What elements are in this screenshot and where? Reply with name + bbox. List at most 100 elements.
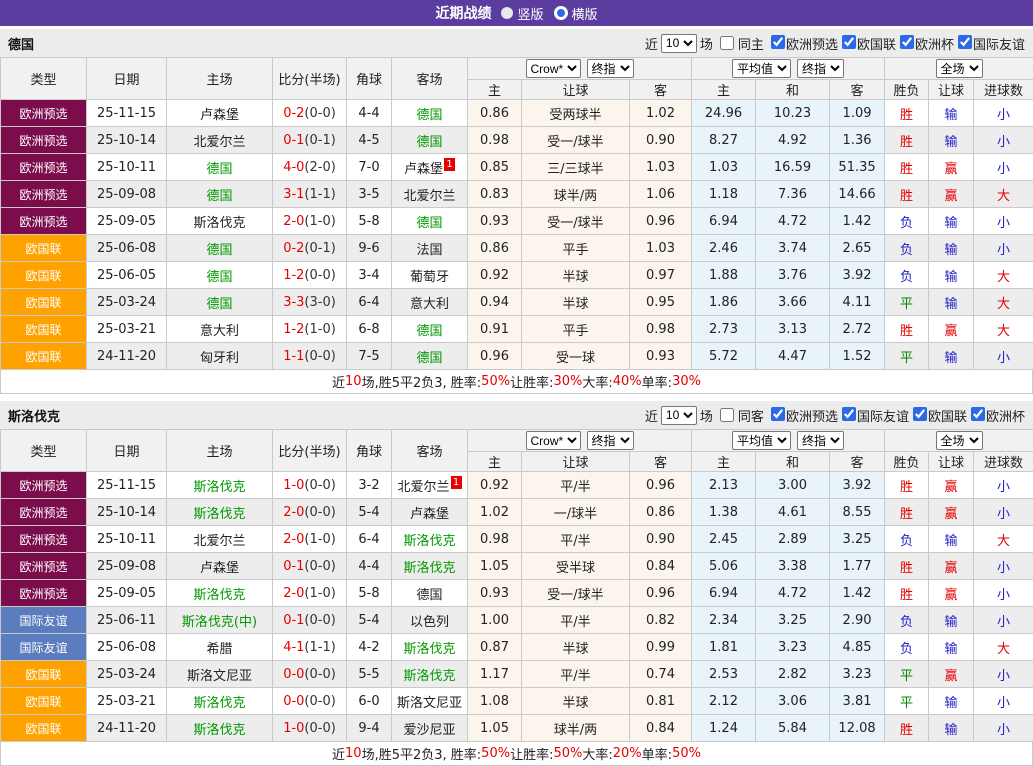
score-cell: 1-1(0-0) bbox=[273, 343, 347, 370]
match-row: 欧洲预选25-10-11北爱尔兰2-0(1-0)6-4斯洛伐克0.98平/半0.… bbox=[1, 526, 1033, 553]
home-team-link[interactable]: 斯洛伐克 bbox=[193, 696, 245, 711]
away-team-link[interactable]: 斯洛伐克 bbox=[403, 642, 455, 657]
result-win-draw-loss: 平 bbox=[885, 688, 929, 715]
away-team-link[interactable]: 卢森堡 bbox=[404, 162, 443, 177]
league-checkbox[interactable] bbox=[913, 407, 927, 421]
score-cell: 0-0(0-0) bbox=[273, 661, 347, 688]
crow-handicap: 半球 bbox=[522, 634, 630, 661]
home-team-link[interactable]: 斯洛伐克(中) bbox=[182, 615, 257, 630]
bookmaker-select[interactable]: Crow* bbox=[526, 59, 581, 78]
home-team-link[interactable]: 斯洛伐克 bbox=[193, 480, 245, 495]
average-select[interactable]: 平均值 bbox=[732, 59, 791, 78]
home-team-link[interactable]: 德国 bbox=[206, 189, 232, 204]
scope-select[interactable]: 全场 bbox=[936, 431, 983, 450]
fulltime-score: 0-0 bbox=[283, 667, 304, 682]
score-cell: 2-0(1-0) bbox=[273, 580, 347, 607]
away-team-link[interactable]: 斯洛伐克 bbox=[403, 534, 455, 549]
home-team-link[interactable]: 卢森堡 bbox=[200, 108, 239, 123]
away-team-link[interactable]: 北爱尔兰 bbox=[397, 480, 449, 495]
away-team-link[interactable]: 卢森堡 bbox=[410, 507, 449, 522]
home-team-link[interactable]: 斯洛伐克 bbox=[193, 216, 245, 231]
home-team-cell: 斯洛文尼亚 bbox=[167, 661, 273, 688]
corner-count: 7-5 bbox=[347, 343, 392, 370]
avg-final-select[interactable]: 终指 bbox=[797, 431, 844, 450]
vertical-layout-radio[interactable]: 竖版 bbox=[501, 4, 543, 23]
radio-selected-icon[interactable] bbox=[554, 6, 568, 20]
home-team-link[interactable]: 德国 bbox=[206, 243, 232, 258]
home-team-link[interactable]: 德国 bbox=[206, 162, 232, 177]
average-select[interactable]: 平均值 bbox=[732, 431, 791, 450]
col-home: 主场 bbox=[167, 58, 273, 100]
recent-count-select[interactable]: 10 bbox=[661, 406, 697, 425]
away-team-link[interactable]: 德国 bbox=[416, 135, 442, 150]
away-team-link[interactable]: 德国 bbox=[416, 108, 442, 123]
home-team-link[interactable]: 意大利 bbox=[200, 324, 239, 339]
home-team-link[interactable]: 德国 bbox=[206, 297, 232, 312]
away-team-link[interactable]: 斯洛文尼亚 bbox=[397, 696, 462, 711]
recent-count-select[interactable]: 10 bbox=[661, 34, 697, 53]
away-team-link[interactable]: 北爱尔兰 bbox=[403, 189, 455, 204]
home-team-link[interactable]: 匈牙利 bbox=[200, 351, 239, 366]
crow-away-odds: 0.84 bbox=[630, 715, 692, 742]
home-team-link[interactable]: 卢森堡 bbox=[200, 561, 239, 576]
match-date: 25-06-05 bbox=[87, 262, 167, 289]
same-venue-checkbox[interactable] bbox=[720, 408, 734, 422]
crow-away-odds: 0.90 bbox=[630, 526, 692, 553]
league-type-badge: 国际友谊 bbox=[1, 607, 87, 634]
home-team-link[interactable]: 斯洛文尼亚 bbox=[187, 669, 252, 684]
away-team-link[interactable]: 以色列 bbox=[410, 615, 449, 630]
radio-unselected-icon[interactable] bbox=[501, 7, 513, 19]
crow-away-odds: 0.96 bbox=[630, 208, 692, 235]
summary-text: 场,胜5平2负3, 胜率: bbox=[362, 744, 482, 763]
fulltime-score: 1-0 bbox=[283, 721, 304, 736]
away-team-link[interactable]: 爱沙尼亚 bbox=[403, 723, 455, 738]
league-checkbox[interactable] bbox=[958, 35, 972, 49]
away-team-link[interactable]: 意大利 bbox=[410, 297, 449, 312]
home-team-cell: 德国 bbox=[167, 154, 273, 181]
match-date: 25-03-21 bbox=[87, 688, 167, 715]
horizontal-layout-radio[interactable]: 横版 bbox=[554, 4, 598, 23]
league-checkbox[interactable] bbox=[771, 35, 785, 49]
scope-select[interactable]: 全场 bbox=[936, 59, 983, 78]
recent-results-header: 近期战绩 竖版 横版 bbox=[0, 0, 1033, 26]
away-team-link[interactable]: 德国 bbox=[416, 351, 442, 366]
corner-count: 6-4 bbox=[347, 289, 392, 316]
avg-final-select[interactable]: 终指 bbox=[797, 59, 844, 78]
subcolumn-header: 让球 bbox=[929, 452, 974, 472]
home-team-link[interactable]: 斯洛伐克 bbox=[193, 723, 245, 738]
league-checkbox[interactable] bbox=[771, 407, 785, 421]
crow-final-select[interactable]: 终指 bbox=[587, 59, 634, 78]
corner-count: 9-6 bbox=[347, 235, 392, 262]
bookmaker-select-group: Crow* 终指 bbox=[468, 58, 692, 80]
home-team-link[interactable]: 斯洛伐克 bbox=[193, 507, 245, 522]
team-filter-bar: 斯洛伐克 近 10 场 同客 欧洲预选国际友谊欧国联欧洲杯 bbox=[0, 401, 1033, 429]
away-team-link[interactable]: 葡萄牙 bbox=[410, 270, 449, 285]
league-checkbox[interactable] bbox=[842, 407, 856, 421]
score-cell: 1-0(0-0) bbox=[273, 472, 347, 499]
away-team-link[interactable]: 德国 bbox=[416, 588, 442, 603]
away-team-link[interactable]: 法国 bbox=[416, 243, 442, 258]
summary-text: 10 bbox=[345, 374, 362, 389]
bookmaker-select[interactable]: Crow* bbox=[526, 431, 581, 450]
home-team-link[interactable]: 北爱尔兰 bbox=[193, 534, 245, 549]
crow-home-odds: 0.98 bbox=[468, 526, 522, 553]
home-team-link[interactable]: 北爱尔兰 bbox=[193, 135, 245, 150]
same-venue-checkbox[interactable] bbox=[720, 36, 734, 50]
home-team-link[interactable]: 斯洛伐克 bbox=[193, 588, 245, 603]
home-team-link[interactable]: 希腊 bbox=[206, 642, 232, 657]
crow-home-odds: 0.83 bbox=[468, 181, 522, 208]
home-team-link[interactable]: 德国 bbox=[206, 270, 232, 285]
league-checkbox[interactable] bbox=[900, 35, 914, 49]
league-type-badge: 欧洲预选 bbox=[1, 127, 87, 154]
away-team-link[interactable]: 斯洛伐克 bbox=[403, 669, 455, 684]
away-team-link[interactable]: 德国 bbox=[416, 324, 442, 339]
league-checkbox[interactable] bbox=[971, 407, 985, 421]
result-goals-over-under: 大 bbox=[974, 289, 1033, 316]
away-team-link[interactable]: 德国 bbox=[416, 216, 442, 231]
away-team-cell: 斯洛伐克 bbox=[392, 634, 468, 661]
crow-final-select[interactable]: 终指 bbox=[587, 431, 634, 450]
avg-home-odds: 2.34 bbox=[692, 607, 756, 634]
league-type-badge: 欧洲预选 bbox=[1, 100, 87, 127]
away-team-link[interactable]: 斯洛伐克 bbox=[403, 561, 455, 576]
league-checkbox[interactable] bbox=[842, 35, 856, 49]
